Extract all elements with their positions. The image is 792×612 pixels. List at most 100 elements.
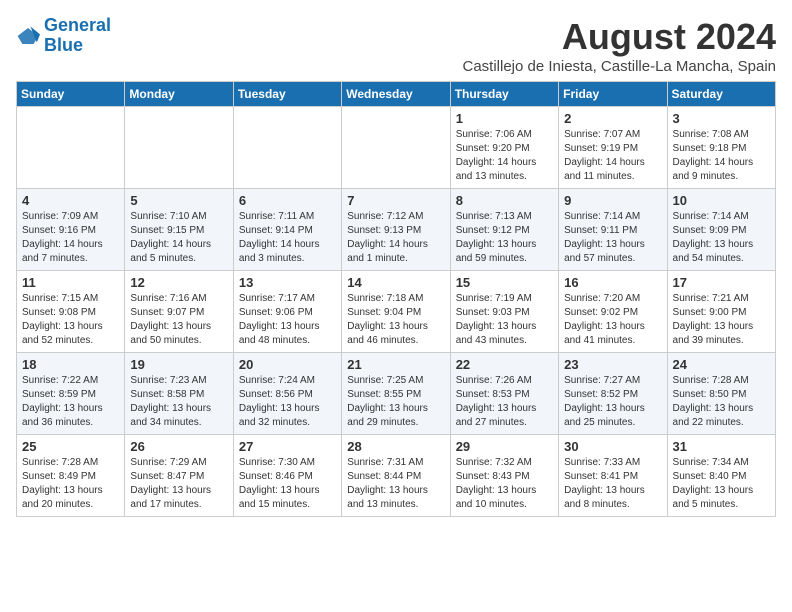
calendar-cell-w3-d3: 13 Sunrise: 7:17 AM Sunset: 9:06 PM Dayli… <box>233 271 341 353</box>
calendar-cell-w4-d6: 23 Sunrise: 7:27 AM Sunset: 8:52 PM Dayli… <box>559 353 667 435</box>
day-number: 16 <box>564 275 661 290</box>
calendar-cell-w5-d5: 29Sunrise: 7:32 AM Sunset: 8:43 PM Dayli… <box>450 435 558 517</box>
calendar-cell-w5-d1: 25 Sunrise: 7:28 AM Sunset: 8:49 PM Dayli… <box>17 435 125 517</box>
calendar-cell-w3-d7: 17 Sunrise: 7:21 AM Sunset: 9:00 PM Dayli… <box>667 271 775 353</box>
calendar-cell-w4-d5: 22Sunrise: 7:26 AM Sunset: 8:53 PM Dayli… <box>450 353 558 435</box>
day-info: Sunrise: 7:26 AM Sunset: 8:53 PM Dayligh… <box>456 374 553 430</box>
day-number: 17 <box>673 275 770 290</box>
day-info: Sunrise: 7:07 AM Sunset: 9:19 PM Dayligh… <box>564 128 661 184</box>
day-number: 13 <box>239 275 336 290</box>
calendar-table: Sunday Monday Tuesday Wednesday Thursday… <box>16 81 776 517</box>
day-number: 25 <box>22 439 119 454</box>
title-block: August 2024 Castillejo de Iniesta, Casti… <box>463 16 777 75</box>
day-info: Sunrise: 7:28 AM Sunset: 8:49 PM Dayligh… <box>22 456 119 512</box>
day-number: 31 <box>673 439 770 454</box>
calendar-cell-w2-d3: 6Sunrise: 7:11 AM Sunset: 9:14 PM Daylig… <box>233 189 341 271</box>
calendar-cell-w5-d4: 28Sunrise: 7:31 AM Sunset: 8:44 PM Dayli… <box>342 435 450 517</box>
col-friday: Friday <box>559 82 667 107</box>
day-number: 26 <box>130 439 227 454</box>
day-info: Sunrise: 7:08 AM Sunset: 9:18 PM Dayligh… <box>673 128 770 184</box>
logo-icon <box>16 26 40 46</box>
calendar-cell-w5-d2: 26 Sunrise: 7:29 AM Sunset: 8:47 PM Dayli… <box>125 435 233 517</box>
calendar-cell-w3-d6: 16 Sunrise: 7:20 AM Sunset: 9:02 PM Dayli… <box>559 271 667 353</box>
day-info: Sunrise: 7:15 AM Sunset: 9:08 PM Dayligh… <box>22 292 119 348</box>
location: Castillejo de Iniesta, Castille-La Manch… <box>463 58 777 75</box>
day-info: Sunrise: 7:14 AM Sunset: 9:09 PM Dayligh… <box>673 210 770 266</box>
day-number: 15 <box>456 275 553 290</box>
calendar-cell-w4-d1: 18 Sunrise: 7:22 AM Sunset: 8:59 PM Dayli… <box>17 353 125 435</box>
day-info: Sunrise: 7:16 AM Sunset: 9:07 PM Dayligh… <box>130 292 227 348</box>
logo-line1: General <box>44 15 111 35</box>
day-info: Sunrise: 7:27 AM Sunset: 8:52 PM Dayligh… <box>564 374 661 430</box>
day-number: 2 <box>564 111 661 126</box>
col-monday: Monday <box>125 82 233 107</box>
day-number: 18 <box>22 357 119 372</box>
day-number: 11 <box>22 275 119 290</box>
calendar-cell-w1-d3 <box>233 107 341 189</box>
calendar-cell-w3-d5: 15 Sunrise: 7:19 AM Sunset: 9:03 PM Dayli… <box>450 271 558 353</box>
day-info: Sunrise: 7:17 AM Sunset: 9:06 PM Dayligh… <box>239 292 336 348</box>
calendar-cell-w2-d4: 7 Sunrise: 7:12 AM Sunset: 9:13 PM Daylig… <box>342 189 450 271</box>
day-info: Sunrise: 7:29 AM Sunset: 8:47 PM Dayligh… <box>130 456 227 512</box>
logo: General Blue <box>16 16 111 56</box>
calendar-cell-w4-d2: 19Sunrise: 7:23 AM Sunset: 8:58 PM Dayli… <box>125 353 233 435</box>
calendar-cell-w1-d6: 2 Sunrise: 7:07 AM Sunset: 9:19 PM Daylig… <box>559 107 667 189</box>
day-info: Sunrise: 7:22 AM Sunset: 8:59 PM Dayligh… <box>22 374 119 430</box>
day-info: Sunrise: 7:24 AM Sunset: 8:56 PM Dayligh… <box>239 374 336 430</box>
calendar-cell-w2-d6: 9 Sunrise: 7:14 AM Sunset: 9:11 PM Daylig… <box>559 189 667 271</box>
day-number: 5 <box>130 193 227 208</box>
calendar-cell-w4-d7: 24Sunrise: 7:28 AM Sunset: 8:50 PM Dayli… <box>667 353 775 435</box>
calendar-cell-w3-d2: 12Sunrise: 7:16 AM Sunset: 9:07 PM Dayli… <box>125 271 233 353</box>
col-tuesday: Tuesday <box>233 82 341 107</box>
col-sunday: Sunday <box>17 82 125 107</box>
day-info: Sunrise: 7:21 AM Sunset: 9:00 PM Dayligh… <box>673 292 770 348</box>
day-number: 4 <box>22 193 119 208</box>
day-number: 10 <box>673 193 770 208</box>
day-number: 19 <box>130 357 227 372</box>
logo-text: General Blue <box>44 16 111 56</box>
day-info: Sunrise: 7:14 AM Sunset: 9:11 PM Dayligh… <box>564 210 661 266</box>
day-info: Sunrise: 7:33 AM Sunset: 8:41 PM Dayligh… <box>564 456 661 512</box>
calendar-cell-w1-d4 <box>342 107 450 189</box>
day-number: 21 <box>347 357 444 372</box>
calendar-week-3: 11 Sunrise: 7:15 AM Sunset: 9:08 PM Dayli… <box>17 271 776 353</box>
day-number: 23 <box>564 357 661 372</box>
calendar-cell-w4-d4: 21 Sunrise: 7:25 AM Sunset: 8:55 PM Dayli… <box>342 353 450 435</box>
day-number: 6 <box>239 193 336 208</box>
day-info: Sunrise: 7:18 AM Sunset: 9:04 PM Dayligh… <box>347 292 444 348</box>
day-number: 14 <box>347 275 444 290</box>
calendar-week-2: 4Sunrise: 7:09 AM Sunset: 9:16 PM Daylig… <box>17 189 776 271</box>
calendar-cell-w3-d1: 11 Sunrise: 7:15 AM Sunset: 9:08 PM Dayli… <box>17 271 125 353</box>
day-info: Sunrise: 7:12 AM Sunset: 9:13 PM Dayligh… <box>347 210 444 266</box>
col-saturday: Saturday <box>667 82 775 107</box>
col-wednesday: Wednesday <box>342 82 450 107</box>
day-info: Sunrise: 7:10 AM Sunset: 9:15 PM Dayligh… <box>130 210 227 266</box>
calendar-week-1: 1 Sunrise: 7:06 AM Sunset: 9:20 PM Daylig… <box>17 107 776 189</box>
col-thursday: Thursday <box>450 82 558 107</box>
day-info: Sunrise: 7:13 AM Sunset: 9:12 PM Dayligh… <box>456 210 553 266</box>
calendar-cell-w4-d3: 20Sunrise: 7:24 AM Sunset: 8:56 PM Dayli… <box>233 353 341 435</box>
calendar-cell-w1-d7: 3 Sunrise: 7:08 AM Sunset: 9:18 PM Daylig… <box>667 107 775 189</box>
day-info: Sunrise: 7:20 AM Sunset: 9:02 PM Dayligh… <box>564 292 661 348</box>
day-info: Sunrise: 7:06 AM Sunset: 9:20 PM Dayligh… <box>456 128 553 184</box>
day-number: 8 <box>456 193 553 208</box>
calendar-cell-w2-d2: 5 Sunrise: 7:10 AM Sunset: 9:15 PM Daylig… <box>125 189 233 271</box>
day-info: Sunrise: 7:34 AM Sunset: 8:40 PM Dayligh… <box>673 456 770 512</box>
day-info: Sunrise: 7:25 AM Sunset: 8:55 PM Dayligh… <box>347 374 444 430</box>
day-info: Sunrise: 7:19 AM Sunset: 9:03 PM Dayligh… <box>456 292 553 348</box>
day-info: Sunrise: 7:28 AM Sunset: 8:50 PM Dayligh… <box>673 374 770 430</box>
day-number: 3 <box>673 111 770 126</box>
calendar-cell-w1-d5: 1 Sunrise: 7:06 AM Sunset: 9:20 PM Daylig… <box>450 107 558 189</box>
day-number: 7 <box>347 193 444 208</box>
day-number: 28 <box>347 439 444 454</box>
calendar-cell-w2-d7: 10 Sunrise: 7:14 AM Sunset: 9:09 PM Dayli… <box>667 189 775 271</box>
month-year: August 2024 <box>463 16 777 58</box>
day-number: 30 <box>564 439 661 454</box>
day-number: 27 <box>239 439 336 454</box>
day-info: Sunrise: 7:30 AM Sunset: 8:46 PM Dayligh… <box>239 456 336 512</box>
day-info: Sunrise: 7:32 AM Sunset: 8:43 PM Dayligh… <box>456 456 553 512</box>
calendar-cell-w2-d1: 4Sunrise: 7:09 AM Sunset: 9:16 PM Daylig… <box>17 189 125 271</box>
calendar-cell-w5-d3: 27 Sunrise: 7:30 AM Sunset: 8:46 PM Dayli… <box>233 435 341 517</box>
day-number: 1 <box>456 111 553 126</box>
day-number: 9 <box>564 193 661 208</box>
